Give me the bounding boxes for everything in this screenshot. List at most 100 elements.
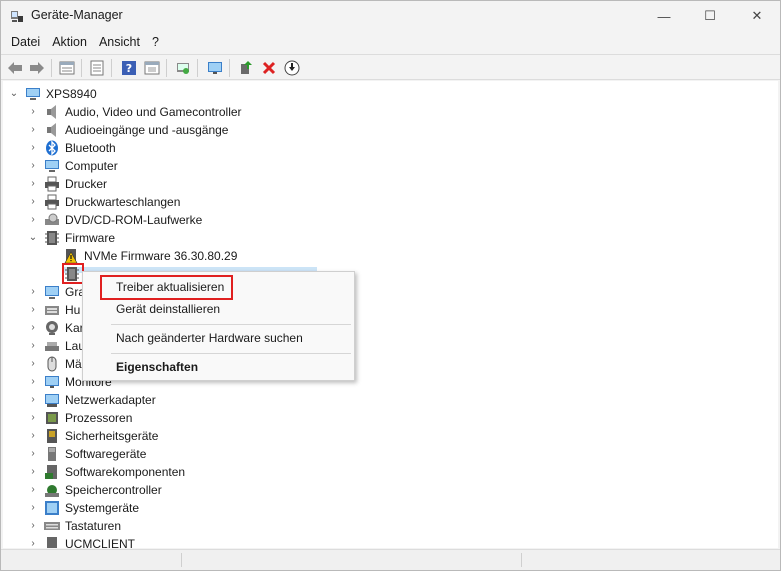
tree-item-keyboards[interactable]: › Tastaturen: [3, 517, 303, 535]
chevron-right-icon[interactable]: ›: [28, 467, 38, 477]
chevron-right-icon[interactable]: ›: [28, 521, 38, 531]
bluetooth-icon: [46, 140, 58, 156]
chevron-right-icon[interactable]: ›: [28, 503, 38, 513]
minimize-button[interactable]: —: [641, 1, 687, 31]
chevron-right-icon[interactable]: ›: [28, 359, 38, 369]
root-label: XPS8940: [46, 87, 97, 101]
chevron-right-icon[interactable]: ›: [28, 125, 38, 135]
tree-item-label: UCMCLIENT: [65, 537, 136, 548]
tree-item-hid[interactable]: › Hu: [3, 301, 83, 319]
system-device-icon: [45, 501, 59, 515]
chevron-right-icon[interactable]: ›: [28, 539, 38, 549]
back-arrow-icon[interactable]: [5, 58, 25, 78]
chevron-right-icon[interactable]: ›: [28, 143, 38, 153]
show-hidden-icon[interactable]: [142, 58, 162, 78]
tree-item-camera[interactable]: › Kar: [3, 319, 84, 337]
tree-item-processors[interactable]: › Prozessoren: [3, 409, 303, 427]
maximize-button[interactable]: ☐: [687, 1, 733, 31]
properties-grid-icon[interactable]: [57, 58, 77, 78]
tree-item-network[interactable]: › Netzwerkadapter: [3, 391, 303, 409]
tree-item-mouse[interactable]: › Mä: [3, 355, 83, 373]
tree-item-computer[interactable]: › Computer: [3, 157, 303, 175]
tree-item-system-devices[interactable]: › Systemgeräte: [3, 499, 303, 517]
tree-item-dvd[interactable]: › DVD/CD-ROM-Laufwerke: [3, 211, 303, 229]
scan-hardware-menu-item[interactable]: Nach geänderter Hardware suchen: [116, 329, 303, 347]
chevron-right-icon[interactable]: ›: [28, 413, 38, 423]
tree-item-label: Kar: [65, 321, 84, 335]
tree-item-display-adapter[interactable]: › Gra: [3, 283, 85, 301]
tree-root[interactable]: ⌄ XPS8940: [3, 85, 303, 103]
red-highlight-box: [62, 263, 84, 284]
tree-item-audio-video[interactable]: › Audio, Video und Gamecontroller: [3, 103, 303, 121]
context-menu: Treiber aktualisieren Gerät deinstallier…: [82, 271, 355, 381]
tree-item-label: Drucker: [65, 177, 108, 191]
menu-ansicht[interactable]: Ansicht: [93, 31, 146, 53]
chevron-right-icon[interactable]: ›: [28, 107, 38, 117]
help-icon[interactable]: ?: [119, 58, 139, 78]
chevron-down-icon[interactable]: ⌄: [28, 233, 38, 243]
tree-item-nvme-firmware[interactable]: NVMe Firmware 36.30.80.29: [3, 247, 303, 265]
tree-item-software-devices[interactable]: › Softwaregeräte: [3, 445, 303, 463]
document-icon[interactable]: [87, 58, 107, 78]
storage-controller-icon: [45, 485, 59, 497]
tree-item-security[interactable]: › Sicherheitsgeräte: [3, 427, 303, 445]
toolbar-separator: [51, 59, 52, 77]
toolbar: ?: [1, 54, 780, 80]
forward-arrow-icon[interactable]: [27, 58, 47, 78]
tree-item-ucmclient[interactable]: › UCMCLIENT: [3, 535, 303, 548]
chevron-right-icon[interactable]: ›: [28, 431, 38, 441]
tree-item-print-queue[interactable]: › Druckwarteschlangen: [3, 193, 303, 211]
tree-item-audio-io[interactable]: › Audioeingänge und -ausgänge: [3, 121, 303, 139]
chevron-right-icon[interactable]: ›: [28, 341, 38, 351]
uninstall-device-menu-item[interactable]: Gerät deinstallieren: [116, 300, 220, 318]
display-adapter-icon: [45, 286, 59, 299]
menu-datei[interactable]: Datei: [5, 31, 46, 53]
tree-item-label: Audioeingänge und -ausgänge: [65, 123, 229, 137]
chevron-right-icon[interactable]: ›: [28, 161, 38, 171]
chevron-down-icon[interactable]: ⌄: [9, 89, 19, 99]
tree-item-label: Audio, Video und Gamecontroller: [65, 105, 242, 119]
chevron-right-icon[interactable]: ›: [28, 287, 38, 297]
camera-icon: [46, 321, 58, 335]
download-icon[interactable]: [282, 58, 302, 78]
tree-item-firmware[interactable]: ⌄ Firmware: [3, 229, 303, 247]
monitor-icon[interactable]: [205, 58, 225, 78]
tree-item-printer[interactable]: › Drucker: [3, 175, 303, 193]
tree-item-label: Tastaturen: [65, 519, 122, 533]
chevron-right-icon[interactable]: ›: [28, 449, 38, 459]
network-adapter-icon: [45, 394, 59, 407]
software-component-icon: [45, 465, 57, 479]
tree-item-label: Bluetooth: [65, 141, 116, 155]
toolbar-separator: [81, 59, 82, 77]
status-bar: [1, 549, 780, 570]
chevron-right-icon[interactable]: ›: [28, 377, 38, 387]
properties-menu-item[interactable]: Eigenschaften: [116, 358, 198, 376]
tree-item-label: Softwaregeräte: [65, 447, 147, 461]
scan-hardware-icon[interactable]: [173, 58, 193, 78]
chevron-right-icon[interactable]: ›: [28, 179, 38, 189]
menu-help[interactable]: ?: [146, 31, 165, 53]
mouse-icon: [47, 356, 57, 372]
tree-item-label: Sicherheitsgeräte: [65, 429, 159, 443]
chevron-right-icon[interactable]: ›: [28, 197, 38, 207]
chevron-right-icon[interactable]: ›: [28, 395, 38, 405]
close-button[interactable]: ✕: [734, 1, 780, 31]
chevron-right-icon[interactable]: ›: [28, 323, 38, 333]
disk-drive-icon: [45, 342, 59, 351]
update-driver-menu-item[interactable]: Treiber aktualisieren: [116, 278, 224, 296]
tree-item-bluetooth[interactable]: › Bluetooth: [3, 139, 303, 157]
tree-item-software-components[interactable]: › Softwarekomponenten: [3, 463, 303, 481]
menu-bar: Datei Aktion Ansicht ?: [1, 31, 780, 53]
update-driver-icon[interactable]: [236, 58, 256, 78]
tree-item-storage-controller[interactable]: › Speichercontroller: [3, 481, 303, 499]
menu-aktion[interactable]: Aktion: [46, 31, 93, 53]
uninstall-icon[interactable]: [259, 58, 279, 78]
computer-icon: [26, 88, 40, 100]
chevron-right-icon[interactable]: ›: [28, 215, 38, 225]
chevron-right-icon[interactable]: ›: [28, 485, 38, 495]
tree-item-disk-drive[interactable]: › Lau: [3, 337, 85, 355]
toolbar-separator: [111, 59, 112, 77]
chevron-right-icon[interactable]: ›: [28, 305, 38, 315]
firmware-icon: [45, 231, 59, 245]
toolbar-separator: [166, 59, 167, 77]
